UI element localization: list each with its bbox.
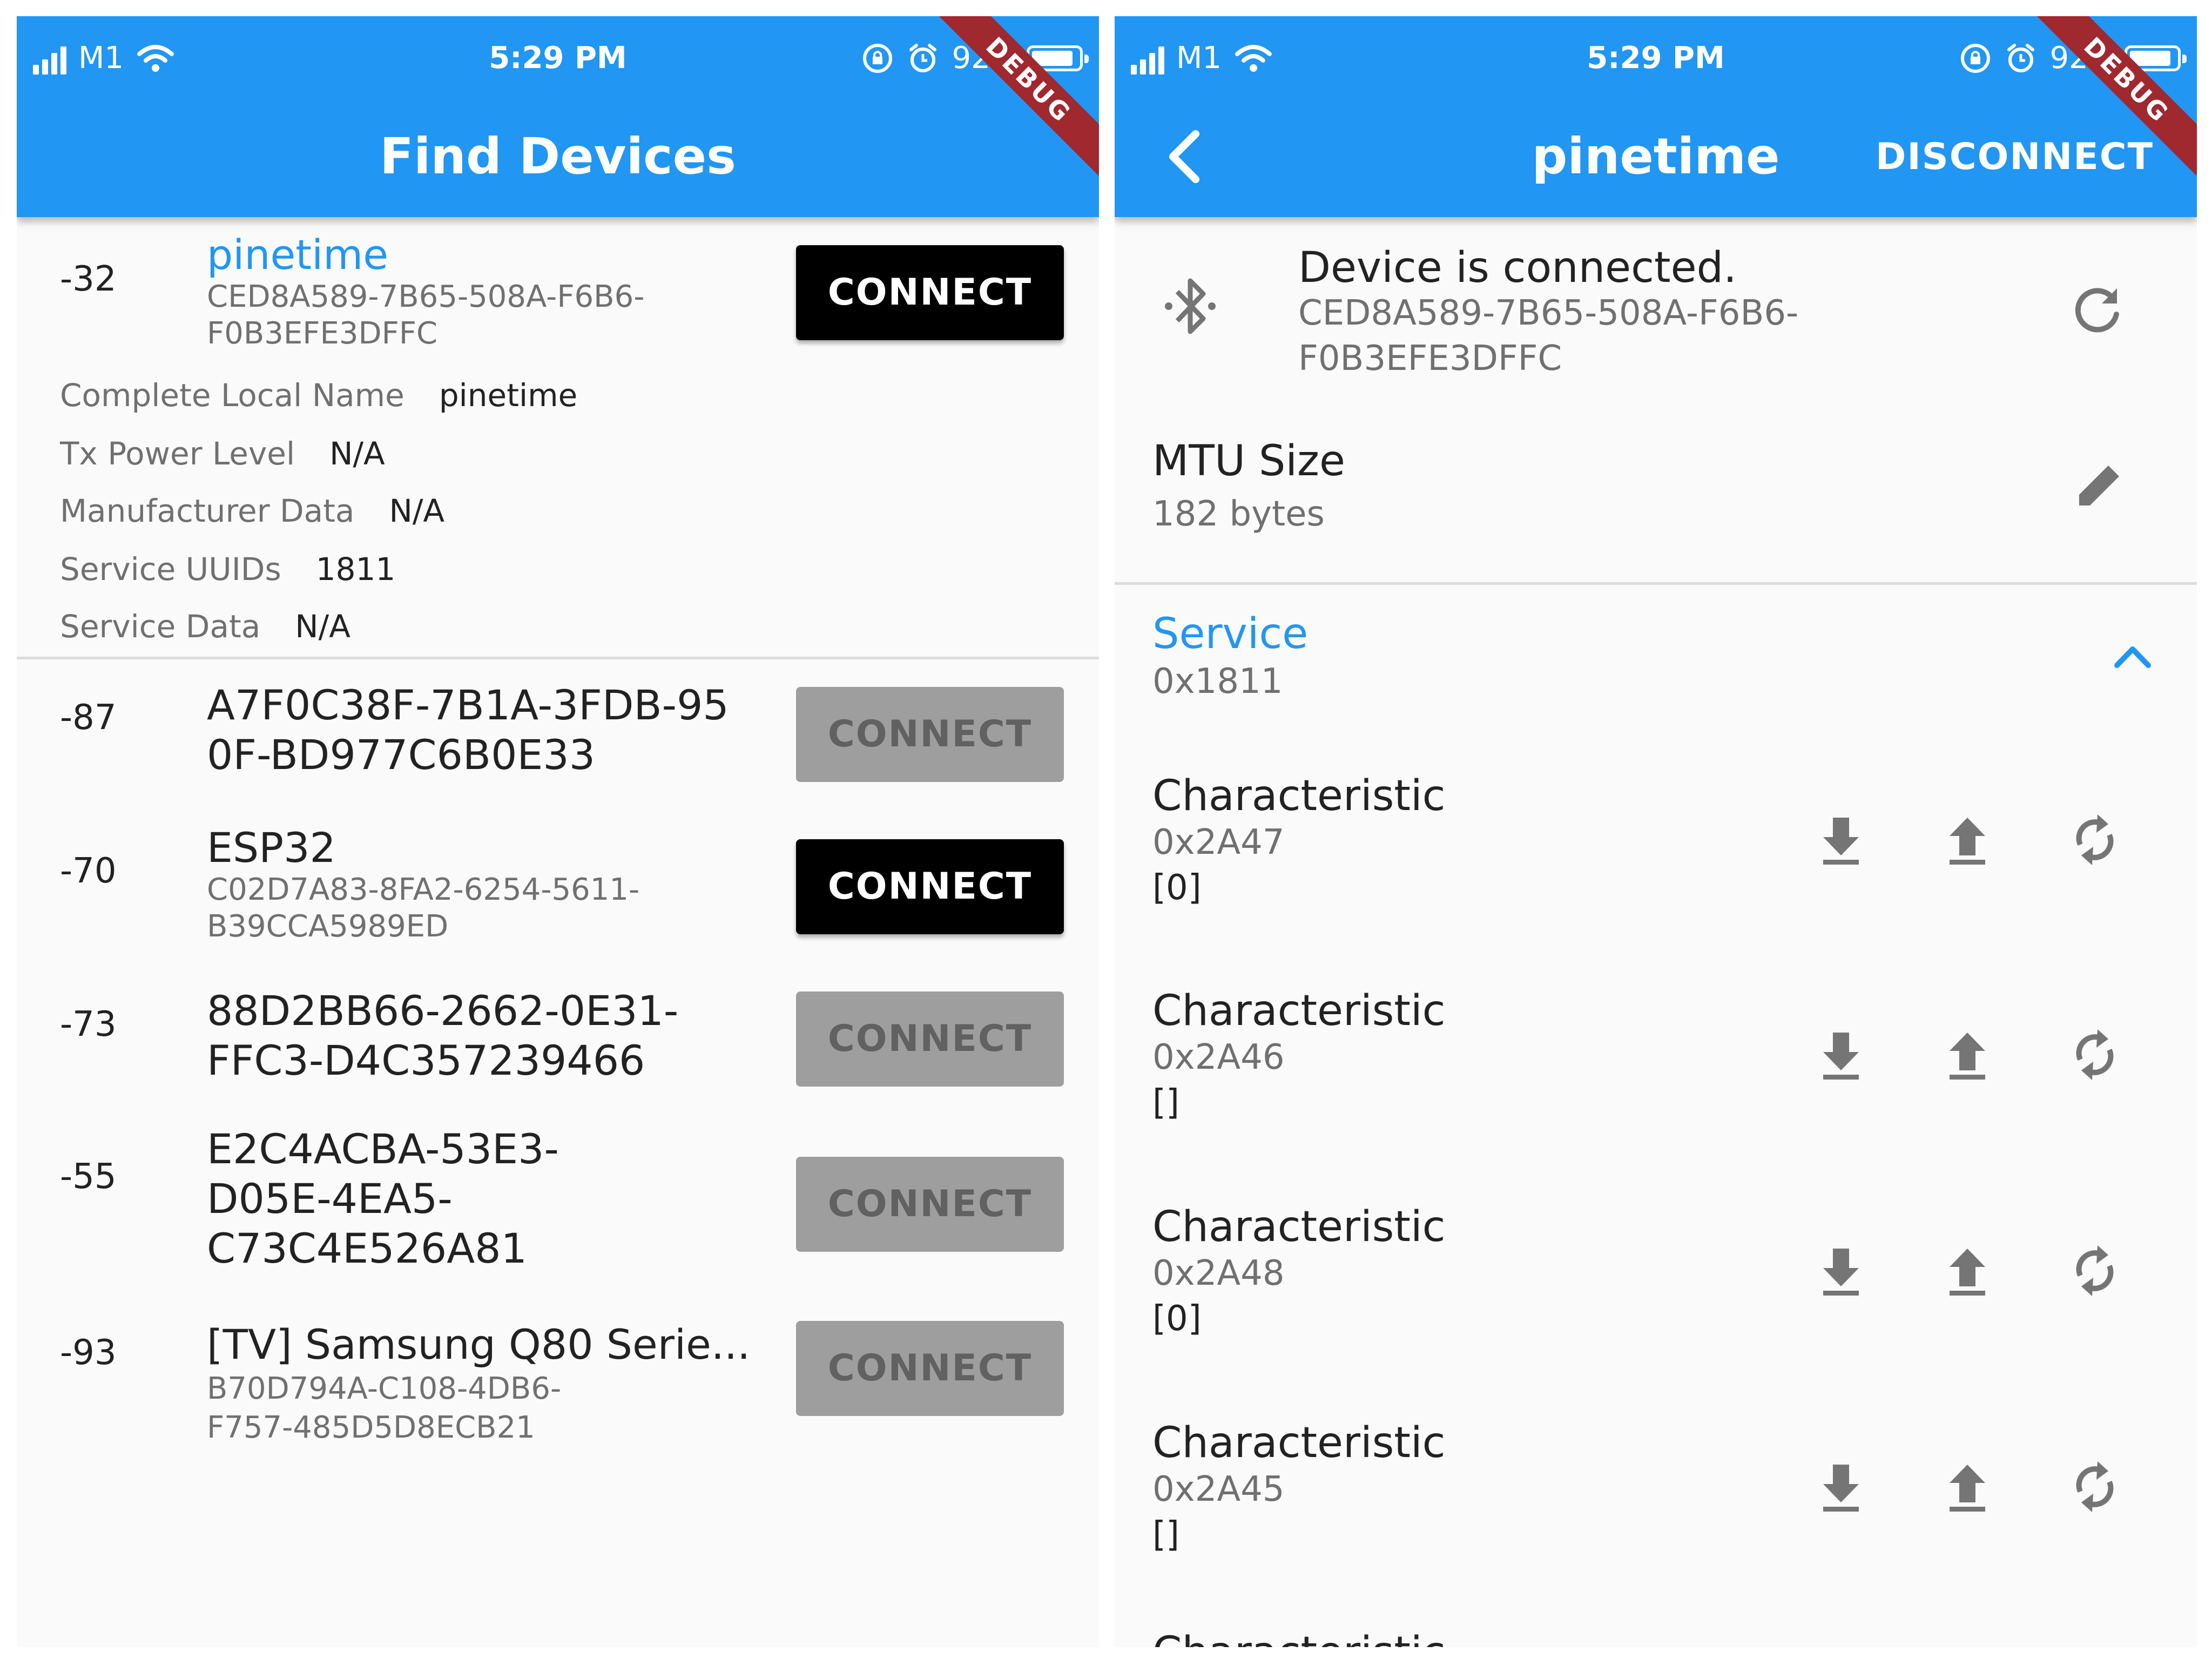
device-detail-screen: M1 5:29 PM 92%	[1115, 16, 2197, 1647]
connect-button[interactable]: CONNECT	[796, 992, 1064, 1087]
service-uuid: 0x1811	[1152, 662, 1283, 702]
connect-button[interactable]: CONNECT	[796, 839, 1064, 934]
device-name: pinetime	[207, 231, 388, 279]
bluetooth-icon	[1165, 278, 1216, 334]
device-name-line2: FFC3-D4C357239466	[207, 1036, 645, 1084]
download-icon[interactable]	[1811, 1241, 1871, 1300]
device-name-line3: C73C4E526A81	[207, 1224, 527, 1272]
connect-button[interactable]: CONNECT	[796, 687, 1064, 782]
service-label: Service	[1152, 610, 1309, 658]
characteristic-label: Characteristic	[1152, 1628, 1446, 1647]
status-bar: M1 5:29 PM 92%	[17, 26, 1099, 91]
app-bar: M1 5:29 PM 92%	[17, 16, 1099, 217]
device-id-line2: F757-485D5D8ECB21	[207, 1410, 535, 1445]
find-devices-screen: M1 5:29 PM 92%	[17, 16, 1099, 1647]
mtu-value: 182 bytes	[1152, 494, 1325, 534]
adv-label: Service UUIDs	[60, 551, 281, 588]
rssi-value: -55	[60, 1157, 117, 1197]
status-bar: M1 5:29 PM 92%	[1115, 26, 2197, 91]
upload-icon[interactable]	[1938, 810, 1997, 869]
adv-label: Complete Local Name	[60, 377, 404, 414]
orientation-lock-icon	[1960, 44, 1990, 73]
device-name: ESP32	[207, 824, 336, 872]
alarm-icon	[909, 44, 936, 72]
download-icon[interactable]	[1811, 810, 1871, 869]
device-id-line2: B39CCA5989ED	[207, 909, 449, 944]
download-icon[interactable]	[1811, 1457, 1871, 1516]
adv-row-manufacturer: Manufacturer Data N/A	[60, 489, 444, 532]
adv-label: Tx Power Level	[60, 435, 295, 472]
sync-icon[interactable]	[2065, 1241, 2125, 1300]
connect-button[interactable]: CONNECT	[796, 245, 1064, 340]
adv-label: Manufacturer Data	[60, 493, 355, 529]
rssi-value: -93	[60, 1333, 117, 1373]
sync-icon[interactable]	[2065, 1457, 2125, 1516]
divider	[1115, 582, 2197, 585]
adv-row-tx-power: Tx Power Level N/A	[60, 432, 385, 475]
adv-value: pinetime	[439, 377, 578, 414]
rssi-value: -73	[60, 1004, 117, 1044]
disconnect-button[interactable]: DISCONNECT	[1876, 133, 2154, 181]
adv-value: N/A	[389, 493, 445, 529]
device-id-line1: CED8A589-7B65-508A-F6B6-	[1298, 293, 1799, 333]
adv-row-service-uuids: Service UUIDs 1811	[60, 548, 395, 591]
rssi-value: -70	[60, 851, 117, 891]
sync-icon[interactable]	[2065, 1025, 2125, 1084]
alarm-icon	[2007, 44, 2034, 72]
upload-icon[interactable]	[1938, 1241, 1997, 1300]
device-id-line2: F0B3EFE3DFFC	[207, 316, 438, 351]
sync-icon[interactable]	[2065, 810, 2125, 869]
adv-value: N/A	[329, 435, 385, 472]
adv-value: 1811	[315, 551, 396, 588]
edit-icon[interactable]	[2069, 456, 2129, 515]
device-name-line2: D05E-4EA5-	[207, 1175, 453, 1223]
connect-button[interactable]: CONNECT	[796, 1321, 1064, 1416]
refresh-icon[interactable]	[2067, 281, 2127, 340]
device-id-line2: F0B3EFE3DFFC	[1298, 339, 1562, 379]
connect-button[interactable]: CONNECT	[796, 1157, 1064, 1252]
upload-icon[interactable]	[1938, 1457, 1997, 1516]
divider	[17, 657, 1099, 659]
adv-row-local-name: Complete Local Name pinetime	[60, 374, 577, 417]
adv-label: Service Data	[60, 608, 261, 645]
chevron-up-icon[interactable]	[2108, 637, 2157, 675]
page-title: Find Devices	[380, 127, 736, 185]
device-id-line1: C02D7A83-8FA2-6254-5611-	[207, 872, 640, 907]
adv-row-service-data: Service Data N/A	[60, 605, 350, 648]
rssi-value: -87	[60, 698, 117, 738]
upload-icon[interactable]	[1938, 1025, 1997, 1084]
adv-value: N/A	[295, 608, 350, 645]
orientation-lock-icon	[862, 44, 892, 73]
device-name-line2: 0F-BD977C6B0E33	[207, 731, 596, 779]
device-id-line1: B70D794A-C108-4DB6-	[207, 1371, 562, 1406]
device-id-line1: CED8A589-7B65-508A-F6B6-	[207, 279, 645, 314]
device-name-line1: A7F0C38F-7B1A-3FDB-95	[207, 681, 729, 729]
download-icon[interactable]	[1811, 1025, 1871, 1084]
rssi-value: -32	[60, 259, 117, 299]
device-name-line1: E2C4ACBA-53E3-	[207, 1125, 559, 1173]
connection-status: Device is connected.	[1298, 244, 1737, 292]
device-name-line1: 88D2BB66-2662-0E31-	[207, 987, 679, 1035]
device-name: [TV] Samsung Q80 Serie...	[207, 1320, 751, 1368]
app-bar: M1 5:29 PM 92%	[1115, 16, 2197, 217]
mtu-label: MTU Size	[1152, 437, 1345, 485]
